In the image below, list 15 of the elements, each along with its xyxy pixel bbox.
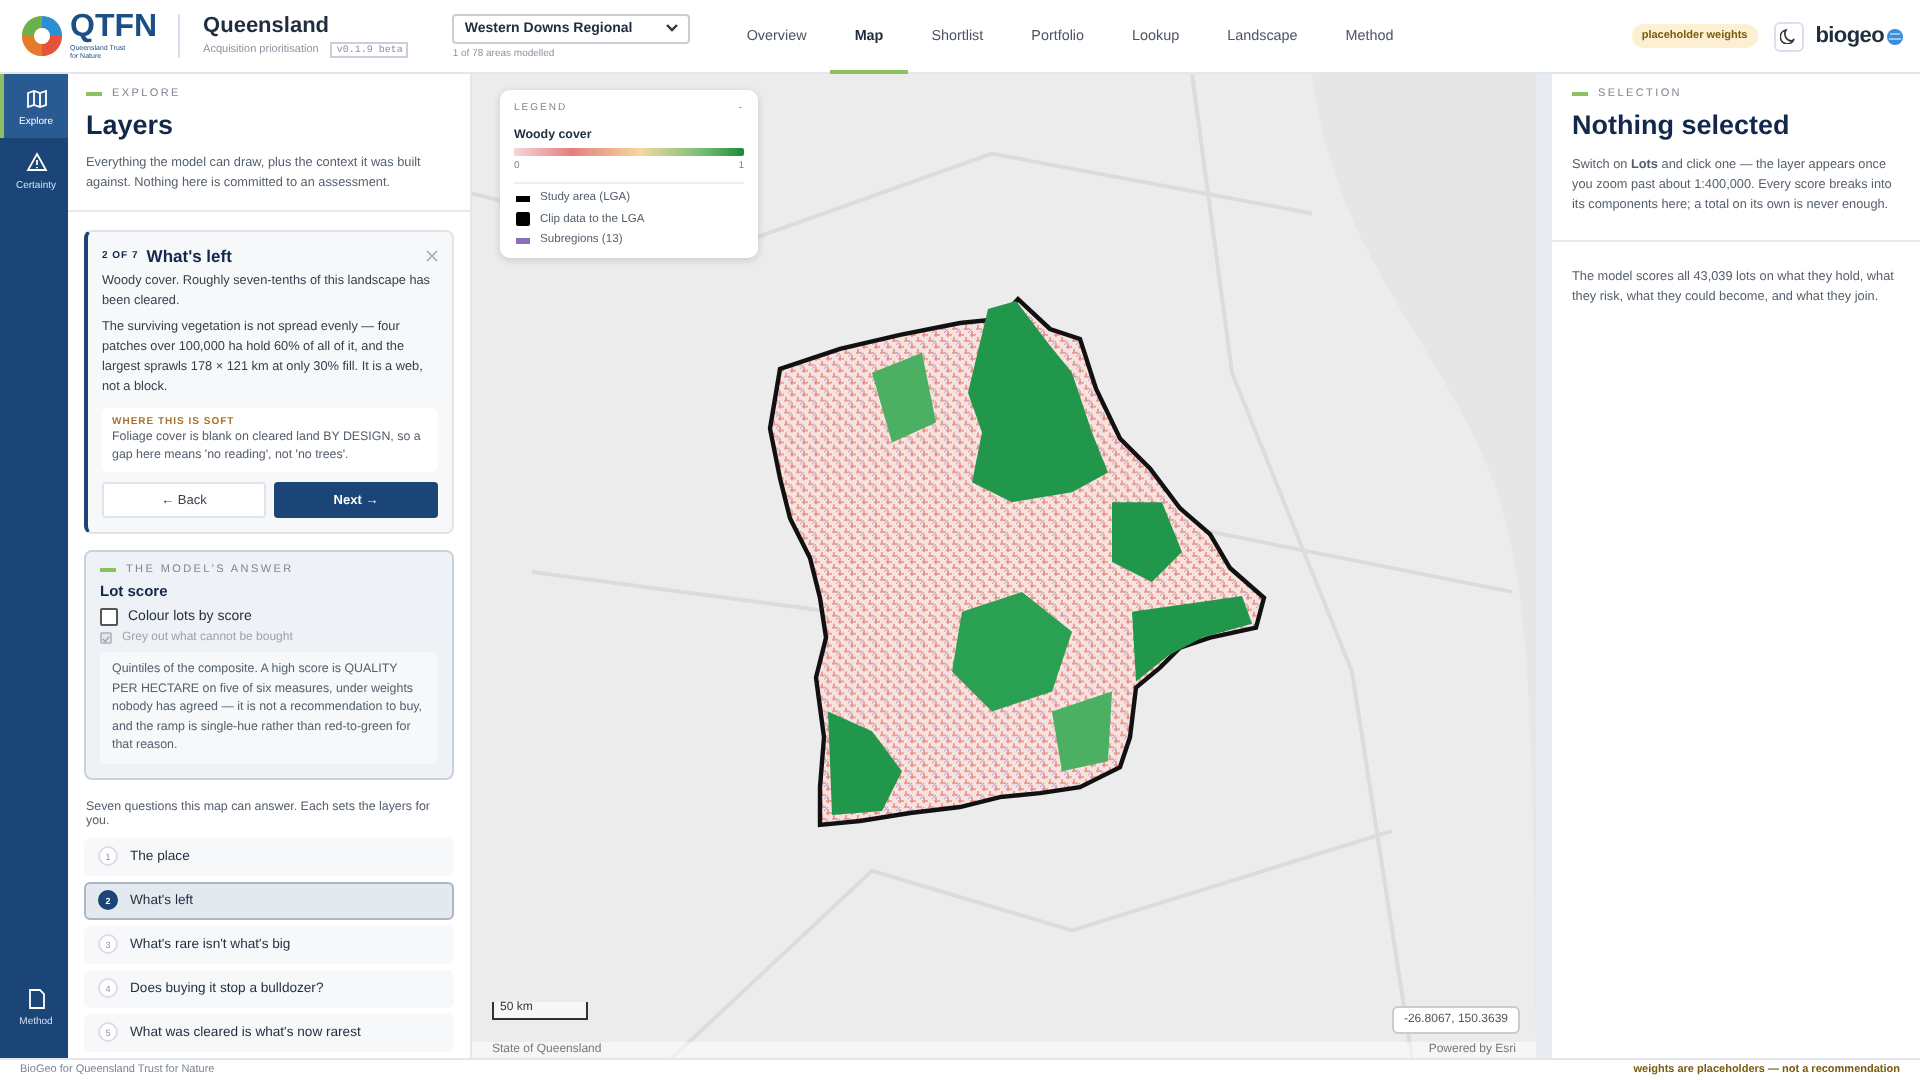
theme-toggle-button[interactable]: [1773, 21, 1804, 51]
moon-icon: [1780, 28, 1797, 44]
document-icon: [25, 988, 47, 1010]
step-title: What's left: [146, 246, 232, 266]
globe-icon: [1886, 26, 1904, 46]
panel-title: Layers: [86, 110, 176, 140]
selection-title: Nothing selected: [1572, 110, 1792, 140]
logo-wordmark: QTFN: [70, 12, 158, 44]
caret-icon: [666, 24, 679, 32]
warning-icon: [25, 152, 47, 174]
checkbox[interactable]: [100, 608, 118, 626]
brand-wordmark: biogeo: [1815, 24, 1884, 48]
app-title: Queensland: [203, 14, 332, 38]
logo-icon: [20, 14, 64, 58]
map-icon: [25, 88, 47, 110]
